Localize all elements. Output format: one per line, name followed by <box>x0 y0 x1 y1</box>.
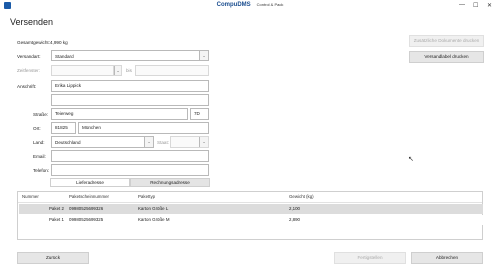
table-row[interactable]: Paket 1 09980525699325 Karton Größe M 2,… <box>19 215 483 225</box>
table-row[interactable]: Paket 2 09980525699326 Karton Größe L 2,… <box>19 204 483 214</box>
column-header-pakettyp[interactable]: Pakettyp <box>138 194 155 199</box>
abbrechen-button[interactable]: Abbrechen <box>411 252 483 264</box>
email-label: Email: <box>33 154 46 159</box>
versandart-select[interactable]: Standard ⌄ <box>51 50 209 61</box>
hausnummer-input[interactable]: 7D <box>190 108 209 120</box>
versandart-value: Standard <box>55 54 74 59</box>
zeitfenster-bis-label: bis <box>126 68 132 73</box>
zurueck-button[interactable]: Zurück <box>17 252 89 264</box>
cell-pakettyp: Karton Größe L <box>138 206 169 211</box>
cell-gewicht: 2,100 <box>289 206 300 211</box>
cell-paketscheinnummer: 09980525699326 <box>69 206 104 211</box>
plz-value: 81825 <box>55 125 68 130</box>
column-header-gewicht[interactable]: Gewicht (kg) <box>289 194 314 199</box>
chevron-down-icon: ⌄ <box>199 137 208 147</box>
table-header: Nummer Paketscheinnummer Pakettyp Gewich… <box>18 192 482 203</box>
strasse-label: Straße: <box>33 112 49 117</box>
column-header-nummer[interactable]: Nummer <box>22 194 39 199</box>
anschrift-line2-input[interactable] <box>51 94 209 106</box>
app-subtitle: Control & Pack <box>256 2 284 7</box>
page-title: Versenden <box>10 17 54 27</box>
gesamtgewicht-label: Gesamtgewicht: <box>17 40 50 45</box>
telefon-label: Telefon: <box>33 168 50 173</box>
cell-pakettyp: Karton Größe M <box>138 217 170 222</box>
cell-nummer: Paket 2 <box>49 206 64 211</box>
column-header-paketscheinnummer[interactable]: Paketscheinnummer <box>69 194 109 199</box>
cell-nummer: Paket 1 <box>49 217 64 222</box>
paket-table: Nummer Paketscheinnummer Pakettyp Gewich… <box>17 191 483 240</box>
hausnummer-value: 7D <box>194 111 200 116</box>
brand-name: CompuDMS <box>216 2 251 8</box>
zeitfenster-from-dropdown[interactable]: ⌄ <box>113 65 122 76</box>
cell-gewicht: 2,890 <box>289 217 300 222</box>
strasse-value: Teierweg <box>55 111 74 116</box>
anschrift-line1-input[interactable]: Erika Lippick <box>51 80 209 92</box>
zusaetzliche-dokumente-button[interactable]: Zusätzliche Dokumente drucken <box>409 35 484 47</box>
tab-rechnungsadresse[interactable]: Rechnungsadresse <box>130 178 210 187</box>
staat-select[interactable]: ⌄ <box>170 136 209 148</box>
anschrift-label: Anschrift: <box>17 84 37 89</box>
versandart-label: Versandart: <box>17 54 41 59</box>
versandlabel-drucken-button[interactable]: Versandlabel drucken <box>409 51 484 63</box>
ort-input[interactable]: München <box>78 122 209 134</box>
chevron-down-icon: ⌄ <box>199 51 208 60</box>
ort-label: Ort: <box>33 126 41 131</box>
ort-value: München <box>82 125 101 130</box>
minimize-button[interactable]: — <box>459 2 465 8</box>
zeitfenster-label: Zeitfenster: <box>17 68 40 73</box>
chevron-down-icon: ⌄ <box>144 137 153 147</box>
zeitfenster-from-input[interactable] <box>51 65 122 76</box>
fertigstellen-button[interactable]: Fertigstellen <box>334 252 406 264</box>
email-input[interactable] <box>51 150 209 162</box>
close-button[interactable]: ✕ <box>487 2 492 9</box>
telefon-input[interactable] <box>51 164 209 176</box>
tab-lieferadresse[interactable]: Lieferadresse <box>50 178 130 187</box>
chevron-down-icon: ⌄ <box>114 66 121 75</box>
land-value: Deutschland <box>55 140 81 145</box>
app-title: CompuDMS Control & Pack <box>0 2 500 8</box>
land-label: Land: <box>33 140 45 145</box>
staat-label: Staat: <box>157 140 170 145</box>
strasse-input[interactable]: Teierweg <box>51 108 188 120</box>
zeitfenster-to-input[interactable] <box>135 65 209 76</box>
land-select[interactable]: Deutschland ⌄ <box>51 136 154 148</box>
maximize-button[interactable]: ☐ <box>473 2 478 9</box>
plz-input[interactable]: 81825 <box>51 122 76 134</box>
cell-paketscheinnummer: 09980525699325 <box>69 217 104 222</box>
mouse-cursor-icon: ↖ <box>408 156 414 163</box>
gesamtgewicht-value: 4,990 kg <box>50 40 68 45</box>
anschrift-line1-value: Erika Lippick <box>55 83 82 88</box>
